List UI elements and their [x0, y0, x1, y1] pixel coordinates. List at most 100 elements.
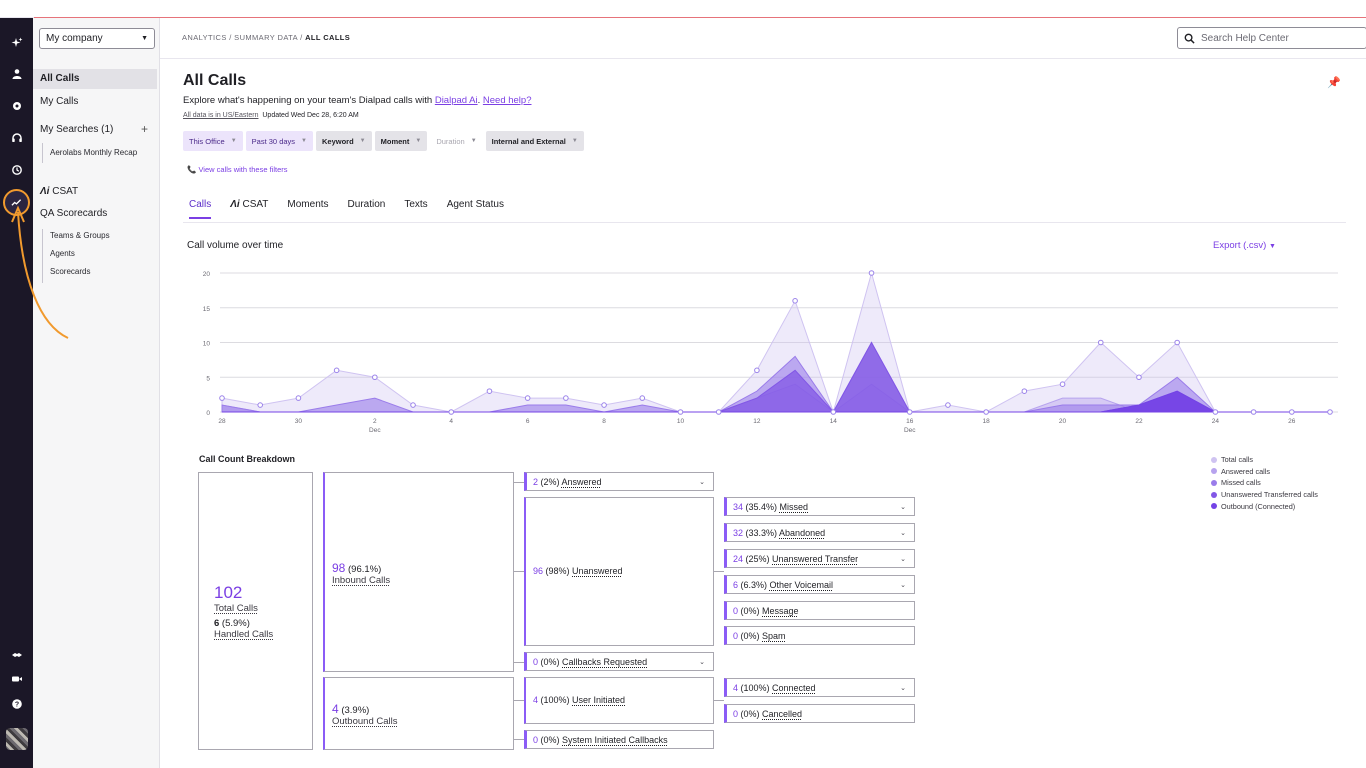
- filter-chip[interactable]: Duration ▼: [430, 131, 483, 151]
- chevron-down-icon[interactable]: ⌄: [900, 684, 906, 692]
- chevron-down-icon[interactable]: ⌄: [699, 478, 705, 486]
- need-help-link[interactable]: Need help?: [483, 95, 532, 106]
- cancelled-label: Cancelled: [762, 708, 803, 719]
- svg-text:?: ?: [14, 701, 18, 708]
- connected-pct: (100%): [738, 682, 773, 693]
- search-input[interactable]: Search Help Center: [1177, 27, 1366, 49]
- spam-row[interactable]: 0 (0%) Spam: [724, 626, 915, 645]
- legend-dot-icon: [1211, 491, 1217, 498]
- pin-icon[interactable]: 📌: [1327, 76, 1341, 89]
- top-strip: [0, 0, 1366, 18]
- x-month-label: Dec: [904, 427, 916, 434]
- history-icon[interactable]: [0, 159, 33, 181]
- tab-agent-status[interactable]: Agent Status: [447, 199, 504, 219]
- person-icon[interactable]: [0, 63, 33, 85]
- total-calls-box[interactable]: 102 Total Calls 6 (5.9%) Handled Calls: [198, 472, 313, 750]
- avatar[interactable]: [6, 728, 28, 750]
- sidebar-item-my-calls[interactable]: My Calls: [40, 96, 78, 107]
- tab-moments[interactable]: Moments: [287, 199, 328, 219]
- tab-duration[interactable]: Duration: [348, 199, 386, 219]
- chevron-down-icon[interactable]: ⌄: [900, 503, 906, 511]
- company-select-value: My company: [46, 33, 103, 44]
- abandoned-row[interactable]: 32 (33.3%) Abandoned ⌄: [724, 523, 915, 542]
- breadcrumb-path[interactable]: ANALYTICS / SUMMARY DATA /: [182, 33, 305, 42]
- dialpad-ai-link[interactable]: Dialpad Ai: [435, 95, 478, 106]
- abandoned-count: 32: [733, 527, 744, 538]
- legend-label: Answered calls: [1221, 466, 1271, 476]
- unans-transfer-row[interactable]: 24 (25%) Unanswered Transfer ⌄: [724, 549, 915, 568]
- other-vm-row[interactable]: 6 (6.3%) Other Voicemail ⌄: [724, 575, 915, 594]
- company-select[interactable]: My company ▼: [39, 28, 155, 49]
- chevron-down-icon[interactable]: ⌄: [900, 555, 906, 563]
- data-point: [868, 270, 875, 276]
- video-icon[interactable]: [0, 668, 33, 690]
- sparkle-icon[interactable]: [0, 32, 33, 54]
- spam-pct: (0%): [738, 630, 763, 641]
- filter-chip-label: Moment: [380, 136, 410, 146]
- answered-row[interactable]: 2 (2%) Answered ⌄: [524, 472, 714, 491]
- total-calls-count: 102: [214, 583, 243, 602]
- filter-chip[interactable]: Internal and External ▼: [485, 131, 584, 151]
- sidebar-item-my-searches[interactable]: My Searches (1): [40, 124, 113, 135]
- unanswered-label: Unanswered: [572, 566, 623, 576]
- legend-item[interactable]: Outbound (Connected): [1211, 500, 1318, 512]
- tab-divider: [183, 222, 1346, 223]
- connected-row[interactable]: 4 (100%) Connected ⌄: [724, 678, 915, 697]
- data-point: [448, 409, 455, 415]
- message-row[interactable]: 0 (0%) Message: [724, 601, 915, 620]
- chevron-down-icon[interactable]: ⌄: [900, 529, 906, 537]
- other-vm-label: Other Voicemail: [769, 579, 834, 590]
- filter-chip-label: Past 30 days: [251, 136, 296, 146]
- inbound-pct: (96.1%): [345, 564, 382, 575]
- user-initiated-box[interactable]: 4 (100%) User Initiated: [524, 677, 714, 724]
- sidebar-item-saved-search[interactable]: Aerolabs Monthly Recap: [50, 143, 137, 163]
- filter-chip[interactable]: Past 30 days ▼: [245, 131, 313, 151]
- data-point: [295, 395, 302, 401]
- legend-item[interactable]: Unanswered Transferred calls: [1211, 489, 1318, 501]
- chevron-down-icon[interactable]: ⌄: [900, 581, 906, 589]
- system-callbacks-row[interactable]: 0 (0%) System Initiated Callbacks: [524, 730, 714, 749]
- x-tick-label: 30: [295, 418, 303, 425]
- handshake-icon[interactable]: [0, 644, 33, 666]
- x-tick-label: 20: [1059, 418, 1067, 425]
- outbound-label: Outbound Calls: [332, 716, 398, 727]
- export-csv-button[interactable]: Export (.csv) ▼: [1213, 240, 1276, 251]
- sidebar-item-all-calls[interactable]: All Calls: [40, 73, 79, 84]
- chevron-down-icon[interactable]: ⌄: [699, 658, 705, 666]
- breadcrumb: ANALYTICS / SUMMARY DATA / ALL CALLS: [182, 33, 350, 42]
- data-point: [1250, 409, 1257, 415]
- legend-item[interactable]: Answered calls: [1211, 466, 1318, 478]
- cancelled-row[interactable]: 0 (0%) Cancelled: [724, 704, 915, 723]
- callbacks-row[interactable]: 0 (0%) Callbacks Requested ⌄: [524, 652, 714, 671]
- missed-row[interactable]: 34 (35.4%) Missed ⌄: [724, 497, 915, 516]
- tab-calls[interactable]: Calls: [189, 199, 212, 219]
- legend-dot-icon: [1211, 479, 1217, 486]
- help-icon[interactable]: ?: [0, 693, 33, 715]
- page-subtitle: Explore what's happening on your team's …: [183, 95, 532, 106]
- timezone-note[interactable]: All data is in US/Eastern: [183, 112, 258, 119]
- add-search-button[interactable]: +: [141, 122, 148, 136]
- filter-chip-label: Duration: [436, 136, 465, 146]
- user-initiated-pct: (100%): [538, 695, 573, 705]
- headset-icon[interactable]: [0, 127, 33, 149]
- tab-texts[interactable]: Texts: [404, 199, 427, 219]
- export-label: Export (.csv): [1213, 240, 1267, 251]
- search-icon: [1184, 33, 1195, 44]
- legend-item[interactable]: Total calls: [1211, 454, 1318, 466]
- legend-item[interactable]: Missed calls: [1211, 477, 1318, 489]
- chart-title: Call volume over time: [187, 240, 284, 251]
- filter-chip-label: Keyword: [321, 136, 354, 146]
- y-tick-label: 0: [206, 410, 210, 417]
- message-label: Message: [762, 605, 799, 616]
- tab-csat[interactable]: Λi CSAT: [230, 199, 268, 219]
- view-calls-link[interactable]: 📞 View calls with these filters: [187, 165, 288, 174]
- inbound-calls-box[interactable]: 98 (96.1%) Inbound Calls: [323, 472, 514, 672]
- filter-chip[interactable]: Moment ▼: [374, 131, 428, 151]
- filter-chip[interactable]: Keyword ▼: [315, 131, 372, 151]
- gear-icon[interactable]: [0, 95, 33, 117]
- filter-chip[interactable]: This Office ▼: [183, 131, 243, 151]
- unanswered-box[interactable]: 96 (98%) Unanswered: [524, 497, 714, 646]
- x-tick-label: 24: [1212, 418, 1220, 425]
- outbound-calls-box[interactable]: 4 (3.9%) Outbound Calls: [323, 677, 514, 750]
- tab-bar: Calls Λi CSAT Moments Duration Texts Agent St…: [189, 199, 523, 219]
